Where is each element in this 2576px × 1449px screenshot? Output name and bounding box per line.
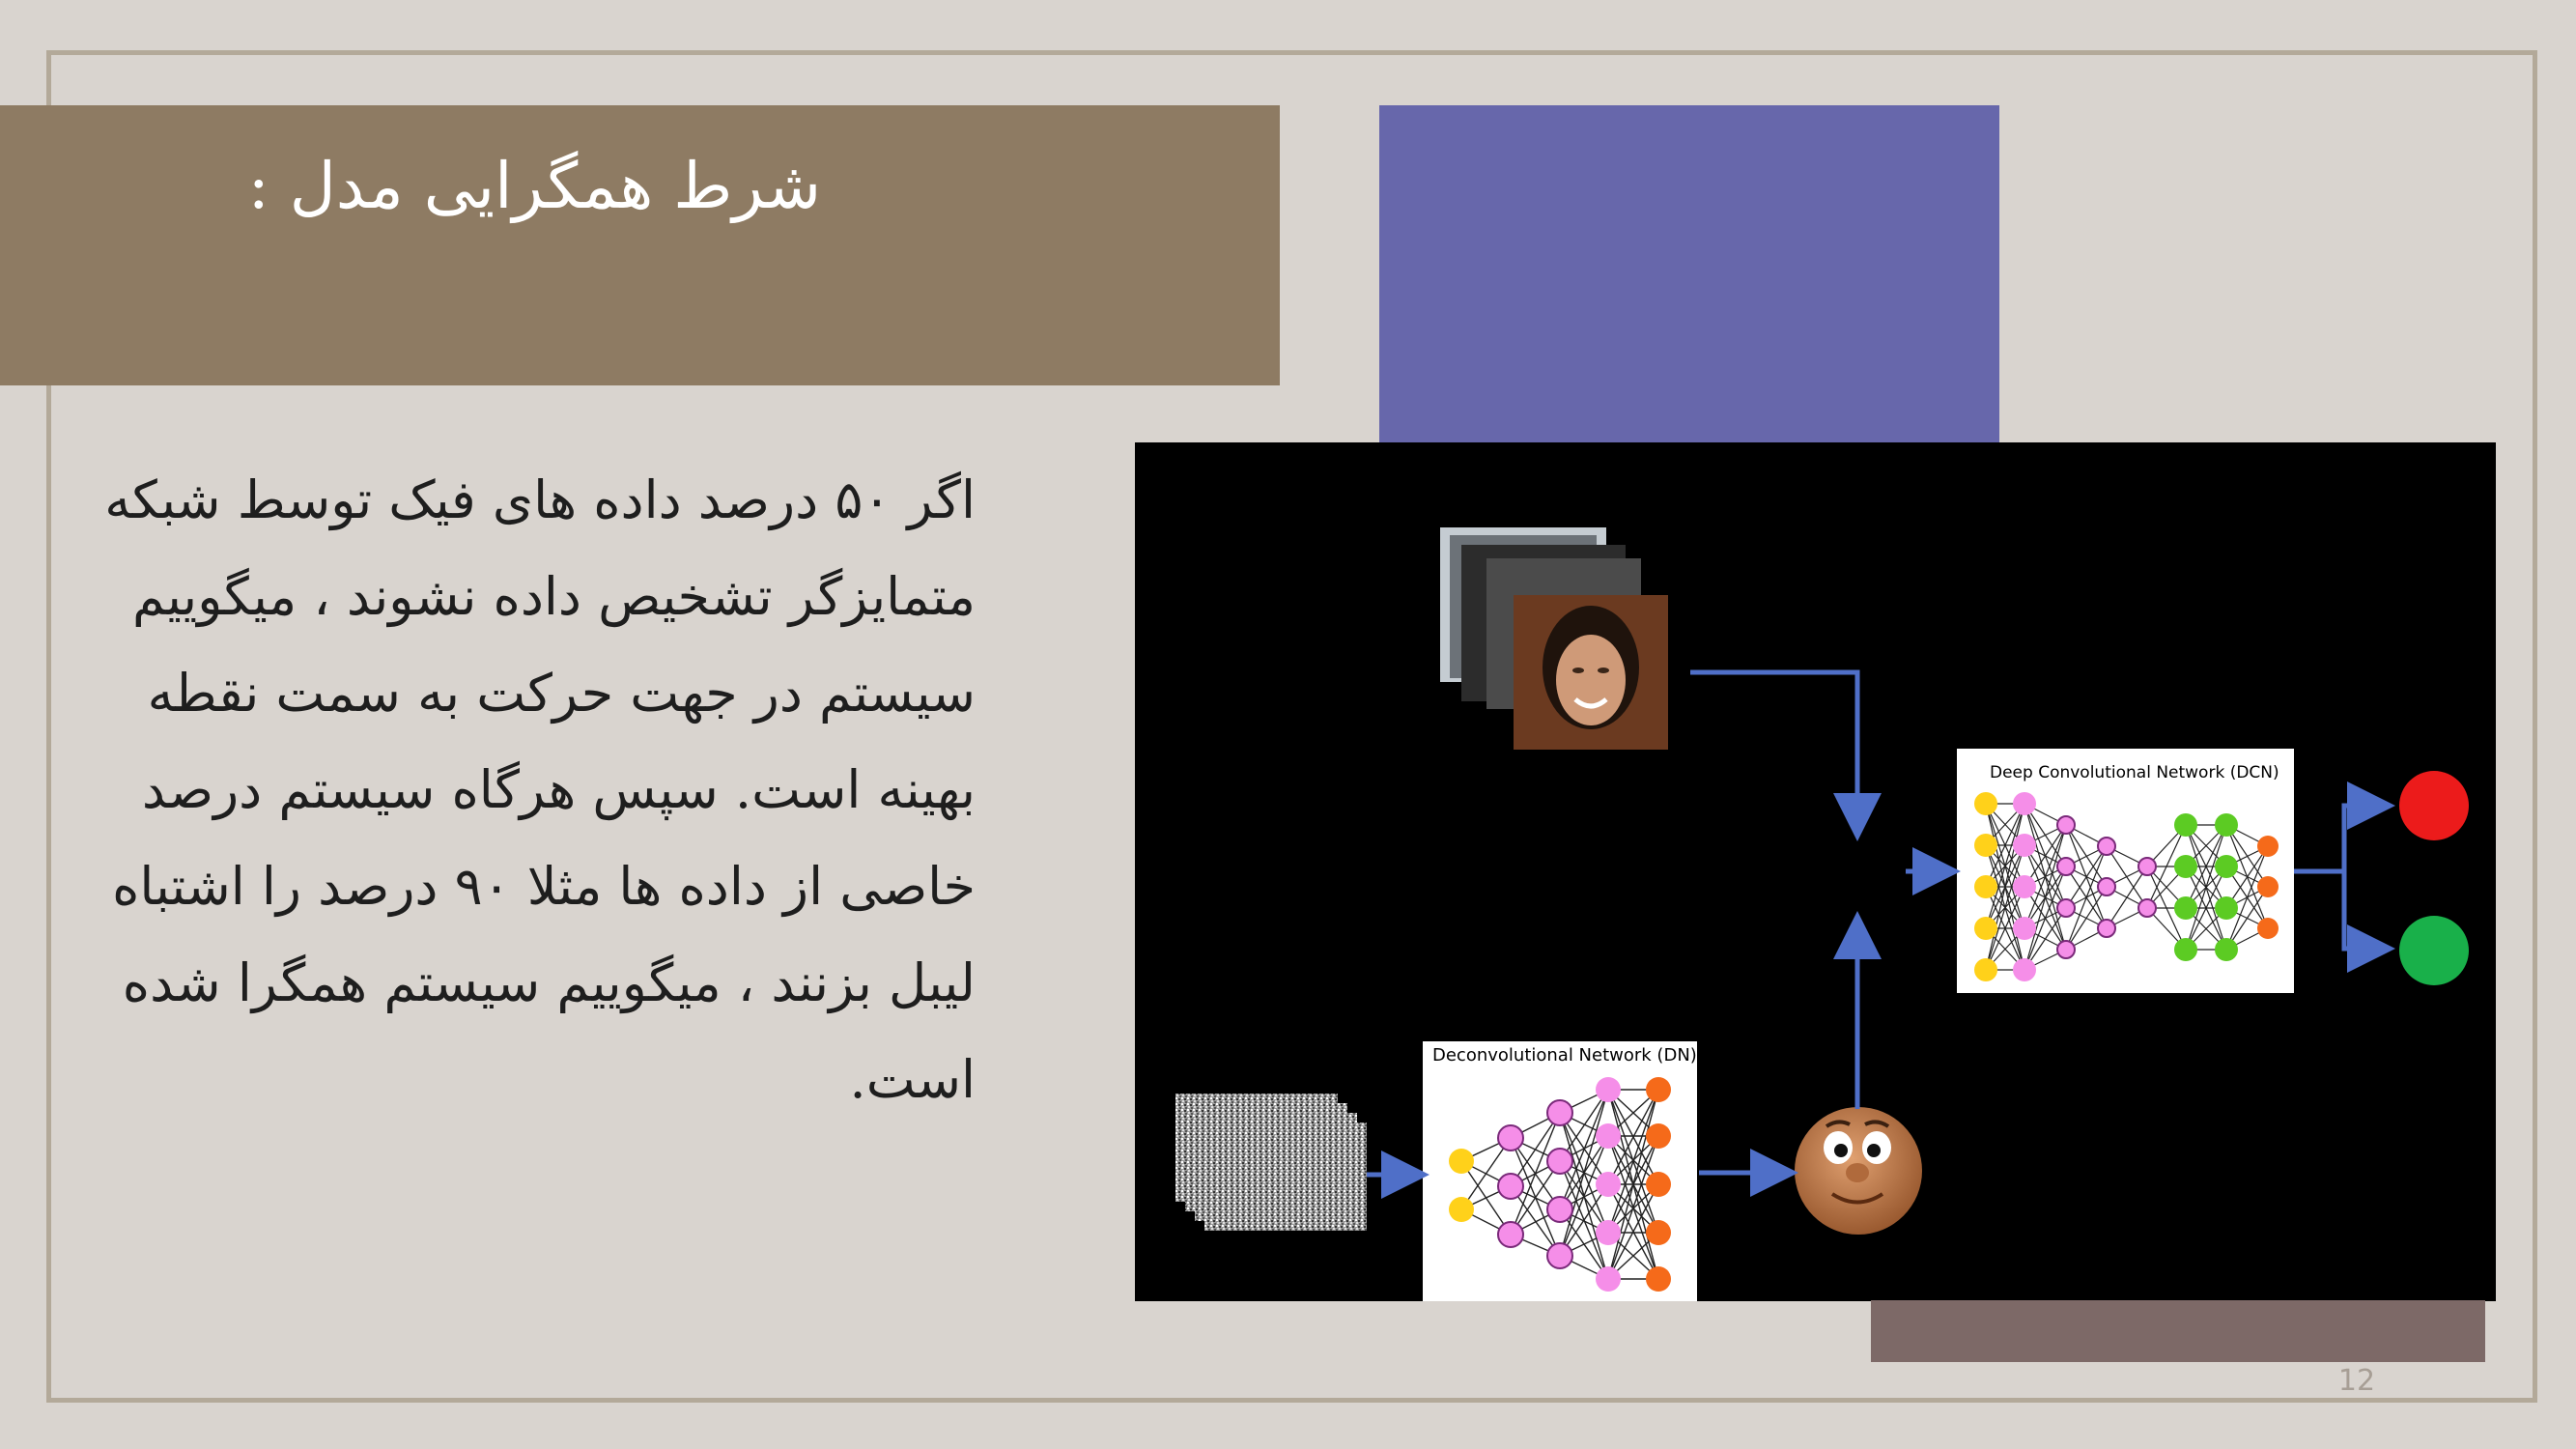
arrow-dcn-to-fake	[2341, 871, 2395, 973]
dn-node	[1646, 1077, 1671, 1102]
dcn-node	[2013, 875, 2036, 898]
noise-image-stack-icon	[1175, 1094, 1367, 1231]
dcn-node	[1974, 958, 1997, 981]
face-photo-stack-icon	[1440, 527, 1668, 750]
dcn-node	[2056, 857, 2076, 876]
dcn-node	[2097, 837, 2116, 856]
arrow-real-to-discriminator	[1690, 669, 1882, 841]
dcn-node	[2013, 917, 2036, 940]
dcn-node	[2174, 896, 2197, 920]
dcn-label: Deep Convolutional Network (DCN)	[1990, 763, 2279, 782]
dn-node	[1449, 1197, 1474, 1222]
dn-node	[1546, 1242, 1573, 1269]
output-fake-indicator	[2399, 916, 2469, 985]
dn-node	[1596, 1266, 1621, 1292]
dcn-node	[2137, 857, 2157, 876]
dcn-node	[2257, 836, 2279, 857]
gan-diagram-svg: Deconvolutional Network (DN) Deep Convol…	[1175, 527, 2469, 1301]
decorative-blue-block	[1379, 105, 1999, 443]
dn-node	[1646, 1266, 1671, 1292]
cartoon-face-icon	[1795, 1107, 1922, 1235]
dn-node	[1646, 1172, 1671, 1197]
dcn-node	[2013, 792, 2036, 815]
dcn-node	[2257, 876, 2279, 897]
dcn-node	[2257, 918, 2279, 939]
decorative-mauve-block	[1871, 1300, 2485, 1362]
body-line: لیبل بزنند ، میگوییم سیستم همگرا شده	[122, 952, 976, 1013]
dcn-node	[2174, 813, 2197, 837]
deep-convolutional-network-box: Deep Convolutional Network (DCN)	[1957, 749, 2294, 993]
dn-node	[1596, 1077, 1621, 1102]
dcn-node	[2215, 813, 2238, 837]
dn-node	[1596, 1123, 1621, 1149]
body-line: اگر ۵۰ درصد داده های فیک توسط شبکه	[104, 469, 976, 530]
deconvolutional-network-box: Deconvolutional Network (DN)	[1423, 1041, 1697, 1301]
body-line: بهینه است. سپس هرگاه سیستم درصد	[141, 759, 976, 820]
dn-node	[1497, 1173, 1524, 1200]
dn-node	[1546, 1148, 1573, 1175]
dcn-node	[2013, 958, 2036, 981]
arrow-dcn-to-real	[2294, 781, 2395, 874]
dcn-node	[2215, 896, 2238, 920]
gan-diagram: Deconvolutional Network (DN) Deep Convol…	[1135, 442, 2496, 1301]
dn-label: Deconvolutional Network (DN)	[1432, 1045, 1697, 1065]
dcn-node	[2013, 834, 2036, 857]
dn-node	[1596, 1172, 1621, 1197]
page-number: 12	[2337, 1364, 2376, 1398]
dn-node	[1596, 1220, 1621, 1245]
body-text: اگر ۵۰ درصد داده های فیک توسط شبکه متمای…	[68, 452, 976, 1128]
dn-node	[1546, 1196, 1573, 1223]
dcn-node	[1974, 792, 1997, 815]
dn-node	[1497, 1124, 1524, 1151]
dcn-node	[2215, 938, 2238, 961]
dn-node	[1449, 1149, 1474, 1174]
dcn-node	[1974, 834, 1997, 857]
body-line: متمایزگر تشخیص داده نشوند ، میگوییم	[131, 566, 976, 627]
dcn-node	[2056, 898, 2076, 918]
dcn-node	[2097, 919, 2116, 938]
dcn-node	[2097, 877, 2116, 896]
dcn-node	[2137, 898, 2157, 918]
dcn-node	[2174, 938, 2197, 961]
dn-node	[1646, 1220, 1671, 1245]
dn-node	[1497, 1221, 1524, 1248]
dcn-node	[2215, 855, 2238, 878]
dcn-node	[1974, 917, 1997, 940]
dcn-node	[2056, 940, 2076, 959]
dcn-node	[2056, 815, 2076, 835]
dn-node	[1546, 1099, 1573, 1126]
body-line: خاصی از داده ها مثلا ۹۰ درصد را اشتباه	[112, 856, 976, 917]
dn-node	[1646, 1123, 1671, 1149]
output-real-indicator	[2399, 771, 2469, 840]
body-line: سیستم در جهت حرکت به سمت نقطه	[147, 663, 976, 724]
dcn-node	[1974, 875, 1997, 898]
body-line: است.	[849, 1049, 976, 1110]
slide-title: شرط همگرایی مدل :	[247, 149, 821, 223]
dcn-node	[2174, 855, 2197, 878]
